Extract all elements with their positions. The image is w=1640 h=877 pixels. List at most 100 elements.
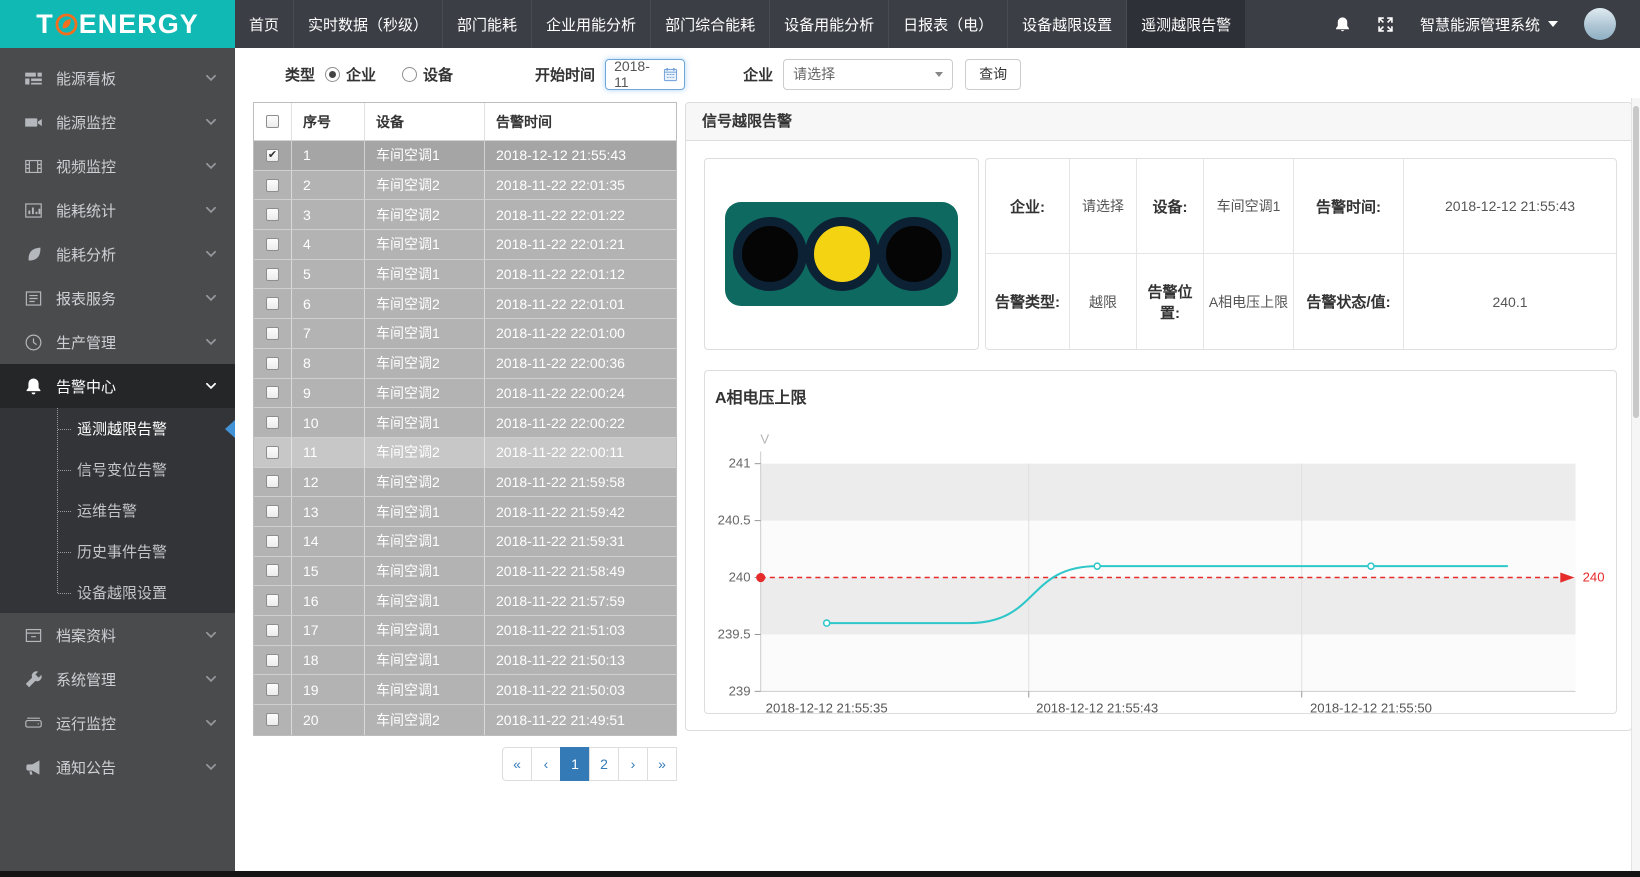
topnav-item[interactable]: 部门能耗 — [443, 0, 532, 48]
notification-bell-icon[interactable] — [1334, 16, 1351, 33]
table-row[interactable]: 1 车间空调1 2018-12-12 21:55:43 — [254, 141, 676, 171]
table-row[interactable]: 12 车间空调2 2018-11-22 21:59:58 — [254, 468, 676, 498]
enterprise-select[interactable]: 请选择 — [783, 59, 953, 90]
topnav-item[interactable]: 遥测越限告警 — [1127, 0, 1246, 48]
topnav-item[interactable]: 首页 — [235, 0, 294, 48]
sidebar-item[interactable]: 通知公告 — [0, 745, 235, 789]
start-date-value: 2018-11 — [614, 58, 663, 90]
table-row[interactable]: 7 车间空调1 2018-11-22 22:01:00 — [254, 319, 676, 349]
signal-alarm-panel: 信号越限告警 企业:请选择设备:车间空调1告警时间:2018-12-12 21:… — [685, 102, 1632, 731]
user-avatar[interactable] — [1584, 8, 1616, 40]
table-row[interactable]: 18 车间空调1 2018-11-22 21:50:13 — [254, 646, 676, 676]
sidebar-item[interactable]: 生产管理 — [0, 320, 235, 364]
row-checkbox[interactable] — [266, 179, 279, 192]
page-button[interactable]: 1 — [560, 747, 590, 781]
row-checkbox[interactable] — [266, 654, 279, 667]
vertical-scrollbar[interactable] — [1631, 98, 1640, 871]
topnav-item[interactable]: 部门综合能耗 — [651, 0, 770, 48]
sidebar-item-label: 运行监控 — [56, 713, 205, 734]
type-radio-option[interactable]: 企业 — [325, 64, 376, 85]
sidebar-item[interactable]: 运维告警 — [0, 490, 235, 531]
page-button[interactable]: « — [502, 747, 532, 781]
topnav-item[interactable]: 日报表（电） — [889, 0, 1008, 48]
sidebar-item[interactable]: 能源看板 — [0, 56, 235, 100]
table-row[interactable]: 6 车间空调2 2018-11-22 22:01:01 — [254, 289, 676, 319]
table-row[interactable]: 10 车间空调1 2018-11-22 22:00:22 — [254, 408, 676, 438]
row-checkbox[interactable] — [266, 208, 279, 221]
row-checkbox[interactable] — [266, 357, 279, 370]
row-checkbox[interactable] — [266, 149, 279, 162]
table-row[interactable]: 9 车间空调2 2018-11-22 22:00:24 — [254, 379, 676, 409]
table-row[interactable]: 14 车间空调1 2018-11-22 21:59:31 — [254, 527, 676, 557]
sidebar-item[interactable]: 告警中心 — [0, 364, 235, 408]
topnav-item[interactable]: 设备用能分析 — [770, 0, 889, 48]
row-checkbox[interactable] — [266, 446, 279, 459]
row-checkbox[interactable] — [266, 238, 279, 251]
page-button[interactable]: » — [647, 747, 677, 781]
row-checkbox[interactable] — [266, 297, 279, 310]
query-button[interactable]: 查询 — [965, 59, 1021, 90]
sidebar-item[interactable]: 系统管理 — [0, 657, 235, 701]
scrollbar-thumb[interactable] — [1633, 106, 1639, 418]
table-row[interactable]: 19 车间空调1 2018-11-22 21:50:03 — [254, 675, 676, 705]
table-row[interactable]: 17 车间空调1 2018-11-22 21:51:03 — [254, 616, 676, 646]
row-checkbox[interactable] — [266, 713, 279, 726]
start-date-input[interactable]: 2018-11 — [605, 59, 685, 90]
table-row[interactable]: 16 车间空调1 2018-11-22 21:57:59 — [254, 586, 676, 616]
calendar-icon[interactable] — [663, 67, 678, 82]
row-checkbox[interactable] — [266, 505, 279, 518]
sidebar-item[interactable]: 设备越限设置 — [0, 572, 235, 613]
sidebar-item[interactable]: 能耗分析 — [0, 232, 235, 276]
sidebar-item[interactable]: 档案资料 — [0, 613, 235, 657]
row-device: 车间空调2 — [364, 171, 484, 200]
page-button[interactable]: 2 — [589, 747, 619, 781]
row-no: 13 — [291, 497, 364, 526]
row-checkbox[interactable] — [266, 624, 279, 637]
table-row[interactable]: 20 车间空调2 2018-11-22 21:49:51 — [254, 705, 676, 735]
table-row[interactable]: 13 车间空调1 2018-11-22 21:59:42 — [254, 497, 676, 527]
row-checkbox[interactable] — [266, 594, 279, 607]
row-checkbox[interactable] — [266, 683, 279, 696]
table-row[interactable]: 15 车间空调1 2018-11-22 21:58:49 — [254, 557, 676, 587]
row-checkbox[interactable] — [266, 268, 279, 281]
table-row[interactable]: 3 车间空调2 2018-11-22 22:01:22 — [254, 200, 676, 230]
sidebar-item[interactable]: 视频监控 — [0, 144, 235, 188]
chart-title: A相电压上限 — [705, 371, 1616, 408]
sidebar-item[interactable]: 能耗统计 — [0, 188, 235, 232]
system-menu[interactable]: 智慧能源管理系统 — [1420, 14, 1558, 35]
topnav-item[interactable]: 企业用能分析 — [532, 0, 651, 48]
page-button-label: › — [631, 756, 636, 772]
sidebar-item[interactable]: 运行监控 — [0, 701, 235, 745]
table-row[interactable]: 11 车间空调2 2018-11-22 22:00:11 — [254, 438, 676, 468]
system-title: 智慧能源管理系统 — [1420, 14, 1540, 35]
type-radio-option[interactable]: 设备 — [402, 64, 453, 85]
page-button[interactable]: ‹ — [531, 747, 561, 781]
table-row[interactable]: 5 车间空调1 2018-11-22 22:01:12 — [254, 260, 676, 290]
fullscreen-icon[interactable] — [1377, 16, 1394, 33]
row-checkbox[interactable] — [266, 475, 279, 488]
row-alarm-time: 2018-11-22 21:49:51 — [484, 705, 676, 735]
topnav-item[interactable]: 实时数据（秒级） — [294, 0, 443, 48]
info-cell: 告警时间: — [1294, 159, 1404, 254]
row-checkbox[interactable] — [266, 535, 279, 548]
row-checkbox[interactable] — [266, 564, 279, 577]
row-no: 14 — [291, 527, 364, 556]
row-checkbox[interactable] — [266, 416, 279, 429]
app-logo[interactable]: T ENERGY — [0, 0, 235, 48]
row-device: 车间空调1 — [364, 260, 484, 289]
select-all-checkbox[interactable] — [266, 115, 279, 128]
row-checkbox[interactable] — [266, 386, 279, 399]
table-row[interactable]: 8 车间空调2 2018-11-22 22:00:36 — [254, 349, 676, 379]
table-row[interactable]: 2 车间空调2 2018-11-22 22:01:35 — [254, 171, 676, 201]
sidebar-item[interactable]: 遥测越限告警 — [0, 408, 235, 449]
table-row[interactable]: 4 车间空调1 2018-11-22 22:01:21 — [254, 230, 676, 260]
page-button[interactable]: › — [618, 747, 648, 781]
sidebar-item[interactable]: 历史事件告警 — [0, 531, 235, 572]
sidebar-item[interactable]: 报表服务 — [0, 276, 235, 320]
row-checkbox[interactable] — [266, 327, 279, 340]
sidebar-item[interactable]: 信号变位告警 — [0, 449, 235, 490]
svg-text:2018-12-12 21:55:50: 2018-12-12 21:55:50 — [1310, 701, 1432, 714]
chevron-down-icon — [205, 160, 217, 172]
topnav-item[interactable]: 设备越限设置 — [1008, 0, 1127, 48]
sidebar-item[interactable]: 能源监控 — [0, 100, 235, 144]
